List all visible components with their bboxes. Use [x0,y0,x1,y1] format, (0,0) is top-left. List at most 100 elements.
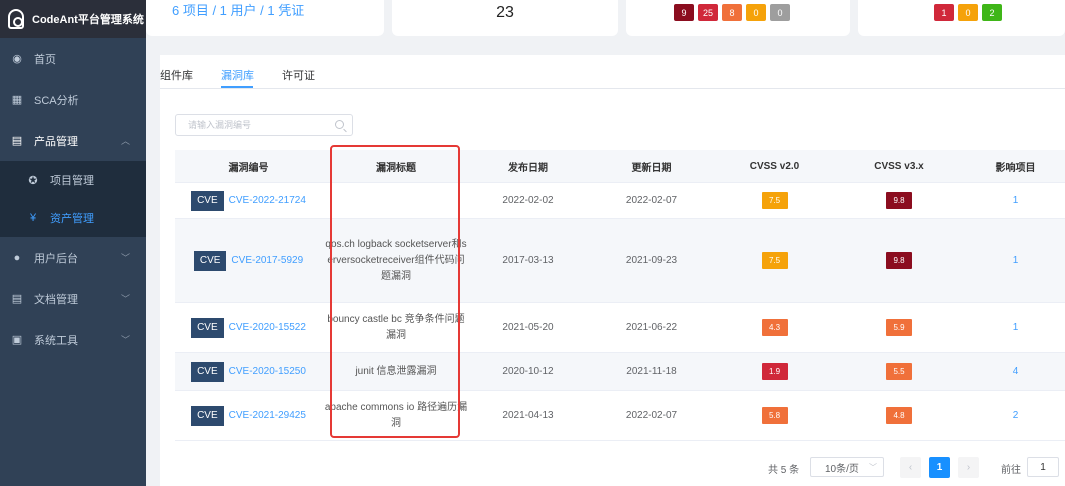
cvss3-score: 4.8 [886,407,912,424]
yen-icon: ¥ [29,212,37,224]
codeant-logo-icon [8,9,24,29]
grid-icon: ▦ [11,94,23,106]
published-date: 2021-04-13 [502,409,554,421]
cvss3-score: 9.8 [886,252,912,269]
updated-date: 2022-02-07 [625,409,678,421]
active-tab-indicator [221,86,253,88]
chevron-right-icon: › [966,462,971,473]
col-header-published[interactable]: 发布日期 [470,150,586,182]
severity-badge-medium: 8 [722,4,742,21]
summary-link[interactable]: 6 项目 / 1 用户 / 1 凭证 [172,0,304,19]
chevron-down-icon: ﹀ [120,294,130,304]
search-icon[interactable] [335,120,344,129]
license-badge-high: 1 [934,4,954,21]
toolbox-icon: ▣ [11,334,23,346]
cve-link[interactable]: CVE-2020-15522 [229,320,306,336]
table-row: CVE CVE-2022-21724 2022-02-02 2022-02-07 … [175,183,1065,219]
cve-tag: CVE [191,190,224,211]
vuln-title: bouncy castle bc 竞争条件问题漏洞 [327,313,465,341]
vuln-title: junit 信息泄露漏洞 [355,365,437,377]
tab-bar: 组件库 漏洞库 许可证 [160,55,1065,89]
stat-card-count: 23 [392,0,618,36]
updated-date: 2021-06-22 [625,321,678,333]
col-header-updated[interactable]: 更新日期 [586,150,717,182]
dashboard-icon: ◉ [12,53,22,65]
vuln-table: 漏洞编号 漏洞标题 发布日期 更新日期 CVSS v2.0 CVSS v3.x … [175,150,1065,441]
vuln-title [322,183,470,218]
cve-link[interactable]: CVE-2022-21724 [229,193,306,209]
chevron-down-icon: ﹀ [120,335,130,345]
cve-tag: CVE [191,361,224,382]
table-row: CVE CVE-2020-15522 bouncy castle bc 竞争条件问… [175,303,1065,353]
user-icon: ● [13,251,21,264]
col-header-projects[interactable]: 影响项目 [966,150,1065,182]
cvss2-score: 1.9 [761,363,788,380]
published-date: 2021-05-20 [502,321,554,333]
tab-components[interactable]: 组件库 [160,67,193,83]
search-input[interactable]: 请输入漏洞编号 [175,114,353,136]
sidebar-item-sca[interactable]: ▦ SCA分析 [0,79,146,120]
next-page-button[interactable]: › [958,457,979,478]
cve-link[interactable]: CVE-2021-29425 [229,408,306,424]
vuln-title: apache commons io 路径遍历漏洞 [324,401,468,429]
jump-label: 前往 [1001,464,1021,476]
cve-tag: CVE [191,317,224,338]
sidebar-item-project[interactable]: ✪ 项目管理 [0,161,146,199]
pagination-total: 共 5 条 [768,464,800,476]
tab-vulnerabilities[interactable]: 漏洞库 [221,67,254,83]
chevron-down-icon: ﹀ [869,462,877,472]
sidebar-item-product[interactable]: ▤ 产品管理 ︿ [0,120,146,161]
col-header-cvss3[interactable]: CVSS v3.x [832,150,966,182]
cvss2-score: 7.5 [761,252,788,269]
col-header-id[interactable]: 漏洞编号 [175,150,322,182]
cve-link[interactable]: CVE-2017-5929 [231,253,303,269]
cvss3-score: 5.9 [886,319,912,336]
chevron-left-icon: ‹ [908,462,913,473]
page-size-select[interactable]: 10条/页 ﹀ [810,457,884,477]
affected-projects-link[interactable]: 1 [1013,193,1019,209]
cve-tag: CVE [193,250,227,271]
affected-projects-link[interactable]: 1 [1013,253,1019,269]
cvss2-score: 7.5 [761,192,788,209]
sidebar-item-asset[interactable]: ¥ 资产管理 [0,199,146,237]
tab-licenses[interactable]: 许可证 [282,67,315,83]
chevron-down-icon: ﹀ [120,253,130,263]
cvss3-score: 5.5 [886,363,912,380]
severity-badge-none: 0 [770,4,790,21]
sidebar-item-docs[interactable]: ▤ 文档管理 ﹀ [0,278,146,319]
license-badge-low: 2 [982,4,1002,21]
table-row: CVE CVE-2017-5929 qos.ch logback socketse… [175,219,1065,303]
main-panel: 组件库 漏洞库 许可证 请输入漏洞编号 漏洞编号 漏洞标题 发布日期 更新日期 … [160,55,1065,486]
doc-icon: ▤ [11,293,23,305]
jump-page-input[interactable]: 1 [1027,457,1059,477]
prev-page-button[interactable]: ‹ [900,457,921,478]
cve-link[interactable]: CVE-2020-15250 [229,364,306,380]
cvss3-score: 9.8 [886,192,912,209]
page-number-button[interactable]: 1 [929,457,950,478]
published-date: 2020-10-12 [502,365,554,377]
cve-tag: CVE [191,405,224,426]
app-title: CodeAnt平台管理系统 [32,14,144,26]
updated-date: 2022-02-07 [625,194,678,206]
cvss2-score: 5.8 [761,407,788,424]
sidebar-item-tools[interactable]: ▣ 系统工具 ﹀ [0,319,146,360]
affected-projects-link[interactable]: 4 [1013,364,1019,380]
table-row: CVE CVE-2021-29425 apache commons io 路径遍历… [175,391,1065,441]
col-header-cvss2[interactable]: CVSS v2.0 [717,150,832,182]
severity-badge-high: 25 [698,4,718,21]
updated-date: 2021-11-18 [626,365,677,377]
published-date: 2017-03-13 [502,254,554,266]
target-icon: ✪ [28,174,38,187]
vuln-title: qos.ch logback socketserver和serversocket… [325,238,467,282]
logo: CodeAnt平台管理系统 [0,0,146,38]
col-header-title[interactable]: 漏洞标题 [322,150,470,182]
stat-card-license: 1 0 2 [858,0,1065,36]
license-badge-medium: 0 [958,4,978,21]
affected-projects-link[interactable]: 2 [1013,408,1019,424]
chevron-up-icon: ︿ [120,136,130,146]
sidebar-item-user-admin[interactable]: ● 用户后台 ﹀ [0,237,146,278]
published-date: 2022-02-02 [502,194,554,206]
sidebar-item-home[interactable]: ◉ 首页 [0,38,146,79]
table-header: 漏洞编号 漏洞标题 发布日期 更新日期 CVSS v2.0 CVSS v3.x … [175,150,1065,183]
affected-projects-link[interactable]: 1 [1013,320,1019,336]
